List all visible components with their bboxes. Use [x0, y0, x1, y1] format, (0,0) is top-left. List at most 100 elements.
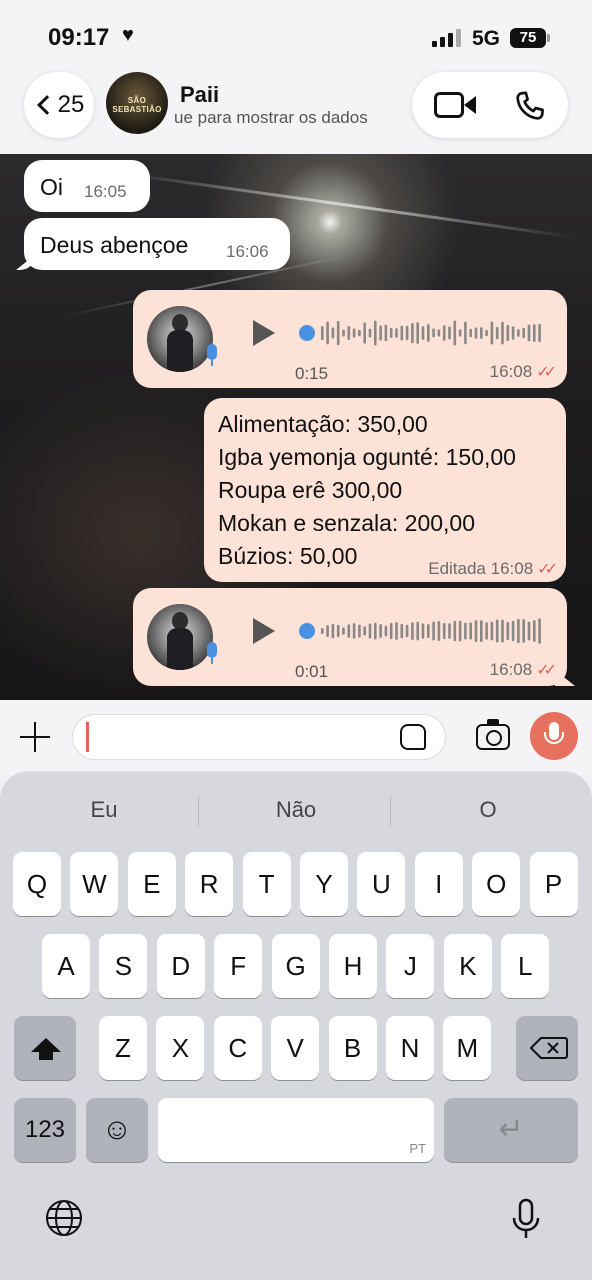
waveform-bar	[352, 623, 356, 639]
waveform-bar	[511, 620, 515, 642]
waveform-bar	[490, 321, 494, 345]
shift-key[interactable]	[14, 1016, 76, 1080]
waveform-bar	[421, 326, 425, 340]
return-key[interactable]: ↵	[444, 1098, 578, 1162]
key-x[interactable]: X	[156, 1016, 205, 1080]
play-button[interactable]	[253, 320, 275, 346]
emoji-key[interactable]: ☺	[86, 1098, 148, 1162]
suggestion[interactable]: Eu	[8, 790, 200, 830]
suggestion[interactable]: Não	[200, 790, 392, 830]
chevron-left-icon	[36, 95, 57, 115]
message-input[interactable]	[72, 714, 446, 760]
avatar-body	[167, 628, 193, 670]
waveform-bar	[411, 622, 414, 640]
globe-icon[interactable]	[44, 1198, 84, 1238]
key-n[interactable]: N	[386, 1016, 434, 1080]
contact-name[interactable]: Paii	[180, 82, 219, 108]
edited-label: Editada	[428, 559, 486, 578]
microphone-stem	[211, 658, 213, 664]
message-outgoing[interactable]: Alimentação: 350,00 Igba yemonja ogunté:…	[204, 398, 566, 582]
unread-count: 25	[57, 91, 85, 118]
backspace-key[interactable]	[516, 1016, 578, 1080]
message-line: Mokan e senzala: 200,00	[218, 510, 476, 536]
waveform-bar	[442, 325, 446, 341]
waveform-bar	[374, 320, 377, 346]
waveform-bar	[506, 324, 510, 342]
dictation-icon[interactable]	[510, 1198, 542, 1242]
playhead-dot[interactable]	[299, 325, 315, 341]
key-j[interactable]: J	[386, 934, 435, 998]
key-e[interactable]: E	[127, 852, 176, 916]
key-q[interactable]: Q	[13, 852, 61, 916]
waveform-bar	[469, 622, 472, 640]
waveform-bar	[474, 327, 478, 339]
message-incoming[interactable]: Oi 16:05	[24, 160, 150, 212]
waveform-bar	[400, 623, 404, 639]
key-h[interactable]: H	[329, 934, 377, 998]
key-g[interactable]: G	[271, 934, 320, 998]
key-r[interactable]: R	[185, 852, 234, 916]
key-f[interactable]: F	[214, 934, 263, 998]
waveform[interactable]	[299, 612, 543, 650]
read-checks-icon: ✓✓	[536, 662, 557, 679]
key-t[interactable]: T	[242, 852, 291, 916]
suggestion[interactable]: O	[392, 790, 584, 830]
space-key[interactable]: PT	[158, 1098, 434, 1162]
key-d[interactable]: D	[156, 934, 205, 998]
waveform-bar	[389, 328, 393, 338]
key-s[interactable]: S	[99, 934, 148, 998]
key-v[interactable]: V	[271, 1016, 320, 1080]
key-u[interactable]: U	[357, 852, 406, 916]
microphone-stem	[211, 360, 213, 366]
microphone-stand	[544, 732, 564, 744]
voice-message[interactable]: 0:01 16:08 ✓✓	[133, 588, 575, 686]
waveform-bar	[480, 327, 483, 339]
waveform-bar	[501, 619, 504, 643]
message-time: 16:08 ✓✓	[490, 660, 557, 680]
key-k[interactable]: K	[443, 934, 492, 998]
waveform-bar	[437, 621, 441, 641]
waveform-bar	[448, 623, 451, 639]
chat-area[interactable]: Oi 16:05 Deus abençoe 16:06 0:15 16:08 ✓✓…	[0, 154, 592, 700]
key-c[interactable]: C	[213, 1016, 262, 1080]
key-o[interactable]: O	[472, 852, 521, 916]
key-a[interactable]: A	[42, 934, 90, 998]
key-y[interactable]: Y	[300, 852, 348, 916]
waveform-bar	[533, 620, 536, 642]
key-i[interactable]: I	[414, 852, 463, 916]
key-z[interactable]: Z	[99, 1016, 147, 1080]
message-incoming[interactable]: Deus abençoe 16:06	[24, 218, 290, 270]
composer-bar	[0, 700, 592, 776]
key-w[interactable]: W	[70, 852, 119, 916]
waveform-bar	[517, 618, 520, 644]
key-b[interactable]: B	[328, 1016, 377, 1080]
language-label: PT	[409, 1141, 426, 1156]
voice-record-button[interactable]	[530, 712, 578, 760]
waveform[interactable]	[299, 314, 543, 352]
sticker-icon[interactable]	[400, 724, 426, 750]
play-button[interactable]	[253, 618, 275, 644]
voice-message[interactable]: 0:15 16:08 ✓✓	[133, 290, 567, 388]
numbers-key[interactable]: 123	[14, 1098, 76, 1162]
message-line: Igba yemonja ogunté: 150,00	[218, 444, 516, 470]
voice-duration: 0:01	[295, 662, 329, 681]
waveform-bar	[432, 621, 435, 641]
suggestion-bar: Eu Não O	[0, 790, 592, 830]
key-l[interactable]: L	[501, 934, 550, 998]
camera-icon[interactable]	[476, 719, 510, 750]
back-button[interactable]: 25	[24, 72, 94, 138]
contact-avatar[interactable]: SÃO SEBASTIÃO	[106, 72, 168, 134]
waveform-bar	[453, 320, 457, 346]
key-p[interactable]: P	[529, 852, 578, 916]
waveform-bar	[490, 621, 494, 641]
microphone-icon	[207, 642, 217, 658]
plus-icon[interactable]	[20, 722, 50, 752]
phone-icon[interactable]	[512, 88, 548, 124]
message-text: Deus abençoe	[40, 232, 189, 258]
contact-subtitle[interactable]: ue para mostrar os dados	[174, 108, 404, 128]
key-m[interactable]: M	[443, 1016, 492, 1080]
playhead-dot[interactable]	[299, 623, 315, 639]
waveform-bar	[464, 321, 467, 345]
waveform-bar	[352, 328, 356, 338]
waveform-bar	[342, 329, 345, 337]
